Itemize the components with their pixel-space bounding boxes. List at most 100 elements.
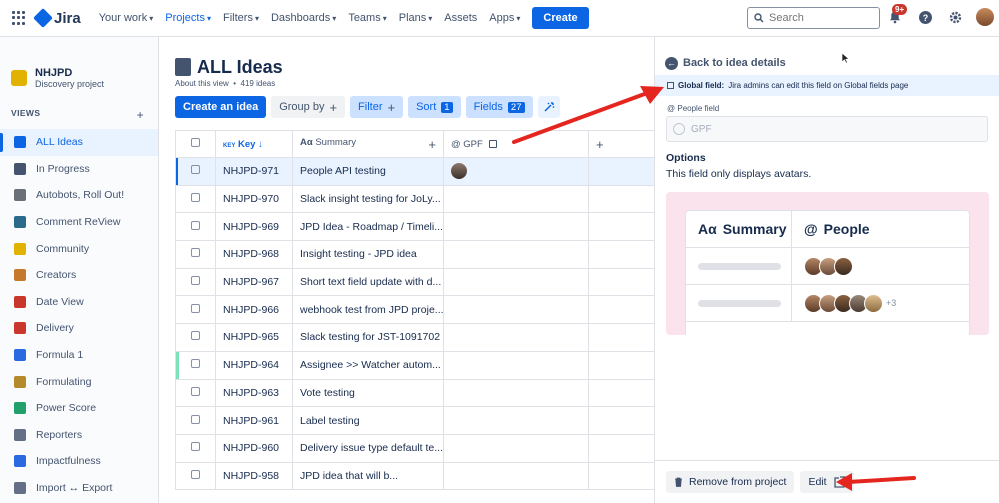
user-avatar[interactable] [976, 8, 994, 26]
row-checkbox[interactable] [191, 386, 200, 396]
key-cell[interactable]: NHJPD-970 [215, 184, 293, 214]
nav-item-plans[interactable]: Plans ▾ [399, 12, 433, 24]
table-row[interactable]: NHJPD-968 Insight testing - JPD idea [175, 240, 654, 269]
row-checkbox-cell[interactable] [175, 406, 216, 435]
sidebar-view-item[interactable]: Community [0, 235, 158, 262]
gpf-cell[interactable] [443, 378, 589, 408]
key-cell[interactable]: NHJPD-965 [215, 323, 293, 352]
table-row[interactable]: NHJPD-963 Vote testing [175, 378, 654, 408]
key-cell[interactable]: NHJPD-971 [215, 157, 293, 186]
create-idea-button[interactable]: Create an idea [175, 96, 267, 118]
key-cell[interactable]: NHJPD-963 [215, 378, 293, 408]
filter-button[interactable]: Filter + [350, 96, 404, 118]
row-checkbox-cell[interactable] [175, 267, 216, 297]
row-checkbox-cell[interactable] [175, 461, 216, 491]
row-checkbox[interactable] [191, 220, 200, 230]
gpf-cell[interactable] [443, 461, 589, 491]
view-options-button[interactable] [537, 96, 560, 118]
row-checkbox[interactable] [191, 442, 200, 452]
summary-cell[interactable]: Slack testing for JST-1091702 [292, 323, 444, 352]
search-input[interactable] [769, 12, 869, 24]
summary-cell[interactable]: Short text field update with d... [292, 267, 444, 297]
row-checkbox-cell[interactable] [175, 212, 216, 242]
notifications-bell-icon[interactable]: 9+ [886, 4, 908, 26]
add-field-cell[interactable]: + [588, 130, 654, 158]
row-checkbox-cell[interactable] [175, 157, 216, 186]
row-checkbox-cell[interactable] [175, 295, 216, 325]
summary-cell[interactable]: JPD Idea - Roadmap / Timeli... [292, 212, 444, 242]
project-header[interactable]: NHJPD Discovery project [0, 37, 158, 99]
table-row[interactable]: NHJPD-966 webhook test from JPD proje... [175, 295, 654, 325]
gpf-cell[interactable] [443, 295, 589, 325]
about-view-link[interactable]: About this view [175, 79, 229, 88]
table-row[interactable]: NHJPD-969 JPD Idea - Roadmap / Timeli... [175, 212, 654, 242]
gpf-cell[interactable] [443, 212, 589, 242]
sidebar-view-item[interactable]: Import ↔ Export [0, 475, 158, 502]
row-checkbox[interactable] [191, 331, 200, 341]
gpf-cell[interactable] [443, 240, 589, 269]
table-row[interactable]: NHJPD-961 Label testing [175, 406, 654, 435]
gpf-cell[interactable] [443, 157, 589, 186]
row-checkbox-cell[interactable] [175, 350, 216, 380]
settings-gear-icon[interactable] [946, 8, 964, 26]
gpf-cell[interactable] [443, 267, 589, 297]
row-checkbox[interactable] [191, 193, 200, 203]
row-checkbox[interactable] [191, 303, 200, 313]
summary-cell[interactable]: Vote testing [292, 378, 444, 408]
add-view-plus-icon[interactable]: + [137, 108, 144, 129]
table-row[interactable]: NHJPD-958 JPD idea that will b... [175, 461, 654, 491]
table-row[interactable]: NHJPD-960 Delivery issue type default te.… [175, 433, 654, 463]
row-checkbox-cell[interactable] [175, 323, 216, 352]
sidebar-view-item[interactable]: Impactfulness [0, 448, 158, 475]
table-row[interactable]: NHJPD-964 Assignee >> Watcher autom... [175, 350, 654, 380]
gpf-cell[interactable] [443, 184, 589, 214]
key-cell[interactable]: NHJPD-968 [215, 240, 293, 269]
row-checkbox-cell[interactable] [175, 378, 216, 408]
row-checkbox-cell[interactable] [175, 184, 216, 214]
remove-from-project-button[interactable]: Remove from project [666, 471, 795, 493]
row-checkbox[interactable] [191, 248, 200, 258]
sidebar-view-item[interactable]: Comment ReView [0, 209, 158, 236]
summary-cell[interactable]: Insight testing - JPD idea [292, 240, 444, 269]
summary-cell[interactable]: Label testing [292, 406, 444, 435]
search-box[interactable] [747, 7, 880, 29]
gpf-column-header[interactable]: @ GPF [443, 130, 589, 158]
add-field-plus-icon[interactable]: + [596, 137, 604, 152]
gpf-cell[interactable] [443, 350, 589, 380]
group-by-button[interactable]: Group by + [271, 96, 346, 118]
row-checkbox-cell[interactable] [175, 240, 216, 269]
key-cell[interactable]: NHJPD-966 [215, 295, 293, 325]
table-row[interactable]: NHJPD-970 Slack insight testing for JoLy.… [175, 184, 654, 214]
sort-button[interactable]: Sort 1 [408, 96, 461, 118]
summary-cell[interactable]: Slack insight testing for JoLy... [292, 184, 444, 214]
summary-cell[interactable]: Delivery issue type default te... [292, 433, 444, 463]
row-checkbox[interactable] [191, 276, 200, 286]
key-cell[interactable]: NHJPD-961 [215, 406, 293, 435]
key-cell[interactable]: NHJPD-969 [215, 212, 293, 242]
nav-item-assets[interactable]: Assets [444, 12, 477, 24]
create-button[interactable]: Create [532, 7, 589, 29]
table-row[interactable]: NHJPD-967 Short text field update with d.… [175, 267, 654, 297]
gpf-cell[interactable] [443, 406, 589, 435]
sidebar-view-item[interactable]: Date View [0, 289, 158, 316]
help-icon[interactable]: ? [916, 8, 934, 26]
key-column-header[interactable]: KEY Key ↓ [215, 130, 293, 158]
row-checkbox[interactable] [191, 359, 200, 369]
nav-item-filters[interactable]: Filters ▾ [223, 12, 259, 24]
emoji-picker-icon[interactable] [673, 123, 685, 135]
summary-column-header[interactable]: Aα Summary + [292, 130, 444, 158]
nav-item-teams[interactable]: Teams ▾ [348, 12, 386, 24]
summary-cell[interactable]: Assignee >> Watcher autom... [292, 350, 444, 380]
key-cell[interactable]: NHJPD-964 [215, 350, 293, 380]
row-checkbox[interactable] [191, 469, 200, 479]
row-checkbox[interactable] [191, 165, 200, 175]
key-cell[interactable]: NHJPD-960 [215, 433, 293, 463]
key-cell[interactable]: NHJPD-967 [215, 267, 293, 297]
row-checkbox[interactable] [191, 414, 200, 424]
nav-item-your-work[interactable]: Your work ▾ [99, 12, 154, 24]
table-row[interactable]: NHJPD-971 People API testing [175, 157, 654, 186]
key-cell[interactable]: NHJPD-958 [215, 461, 293, 491]
sidebar-view-item[interactable]: Formula 1 [0, 342, 158, 369]
nav-item-apps[interactable]: Apps ▾ [489, 12, 520, 24]
sidebar-view-item[interactable]: Delivery [0, 315, 158, 342]
